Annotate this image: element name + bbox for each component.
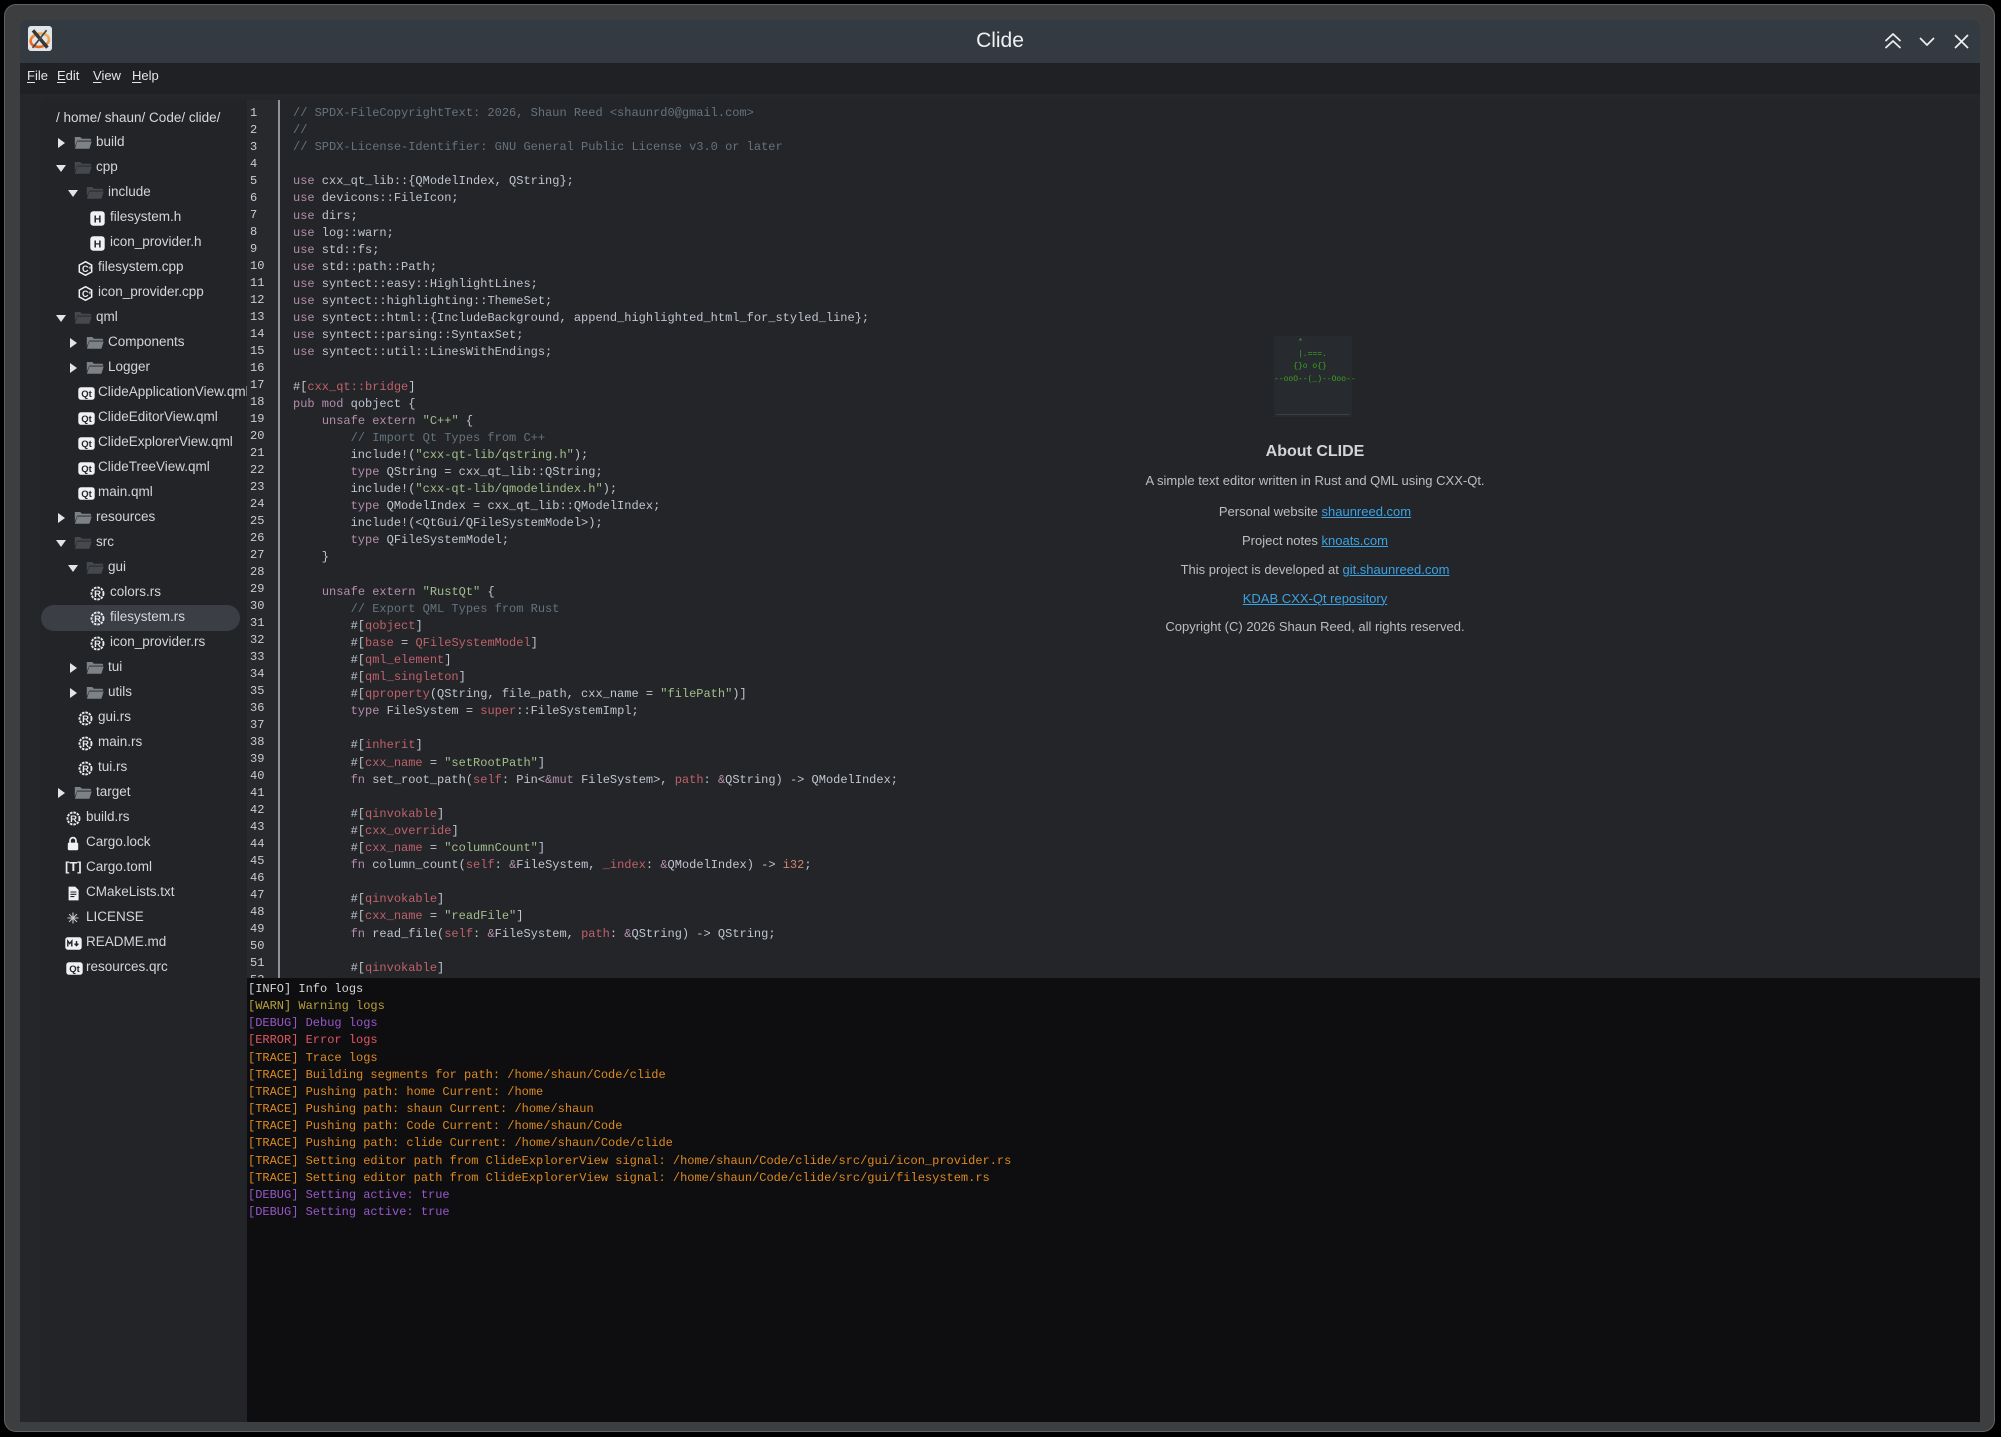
- svg-text:R: R: [82, 714, 89, 725]
- svg-text:R: R: [94, 639, 101, 650]
- svg-text:R: R: [82, 739, 89, 750]
- svg-text:Qt: Qt: [81, 389, 92, 400]
- svg-text:R: R: [94, 589, 101, 600]
- svg-text:Qt: Qt: [81, 414, 92, 425]
- svg-text:R: R: [94, 614, 101, 625]
- svg-text:Qt: Qt: [81, 464, 92, 475]
- svg-text:Qt: Qt: [69, 964, 80, 975]
- svg-text:+: +: [88, 291, 92, 297]
- svg-text:R: R: [70, 814, 77, 825]
- svg-text:Qt: Qt: [81, 439, 92, 450]
- svg-text:+: +: [88, 266, 92, 272]
- svg-text:H: H: [94, 213, 102, 225]
- svg-text:H: H: [94, 238, 102, 250]
- svg-text:Qt: Qt: [81, 489, 92, 500]
- svg-text:R: R: [82, 764, 89, 775]
